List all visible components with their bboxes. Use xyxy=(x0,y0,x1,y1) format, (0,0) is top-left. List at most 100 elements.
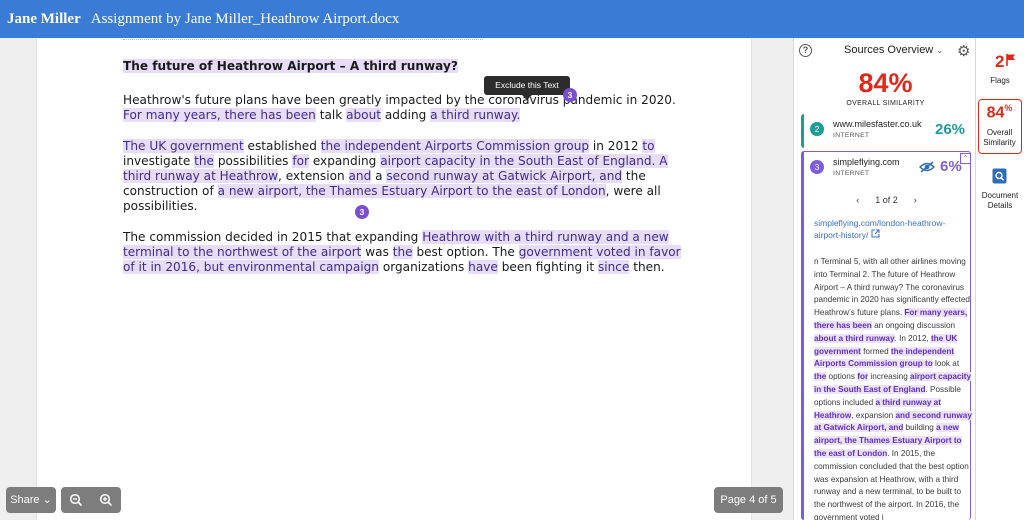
sources-panel: ? Sources Overview ⌄ ⚙ 84% OVERALL SIMILA… xyxy=(793,38,976,520)
text-run: adding xyxy=(380,108,431,122)
document-page: The future of Heathrow Airport – A third… xyxy=(36,38,752,520)
help-icon[interactable]: ? xyxy=(799,44,812,57)
source-percent: 6% xyxy=(940,158,962,175)
text-run: in 2012 xyxy=(589,139,643,153)
source-number-badge: 3 xyxy=(810,160,824,174)
sim-label-line-1: Overall xyxy=(986,128,1013,137)
excerpt-text: . In 2015, the commission concluded that… xyxy=(814,448,969,520)
text-run: been fighting it xyxy=(497,260,598,274)
excerpt-text: look at xyxy=(932,359,960,369)
overall-similarity-button[interactable]: 84% Overall Similarity xyxy=(978,99,1022,154)
excerpt-text: building xyxy=(903,423,937,433)
match-highlight[interactable]: since xyxy=(597,260,630,274)
excerpt-text: increasing xyxy=(868,372,911,382)
match-highlight[interactable]: the xyxy=(194,154,214,168)
source-link[interactable]: simpleflying.com/london-heathrow-airport… xyxy=(814,217,964,241)
text-run: Heathrow's future plans have been greatl… xyxy=(123,93,676,107)
chevron-right-icon[interactable]: › xyxy=(914,195,917,205)
text-run: a xyxy=(371,169,387,183)
zoom-controls xyxy=(61,487,121,513)
excerpt-match[interactable]: the xyxy=(814,372,827,382)
excerpt-text: options xyxy=(826,372,858,382)
sources-overview-title: Sources Overview xyxy=(844,44,934,56)
match-pager: ‹ 1 of 2 › xyxy=(804,195,969,205)
doc-heading-text[interactable]: The future of Heathrow Airport – A third… xyxy=(123,59,458,73)
page-counter: Page 4 of 5 xyxy=(714,487,783,513)
source-item-3[interactable]: 3 simpleflying.com INTERNET 6% ⌃ ‹ 1 of 2… xyxy=(801,151,972,520)
source-excerpt: n Terminal 5, with all other airlines mo… xyxy=(814,256,972,520)
previous-page-edge xyxy=(123,32,483,40)
excerpt-match[interactable]: about a third runway xyxy=(814,333,895,343)
text-run: was xyxy=(361,245,393,259)
text-run: established xyxy=(243,139,321,153)
collapse-icon[interactable]: ⌃ xyxy=(960,153,971,164)
flags-label: Flags xyxy=(990,76,1010,85)
app-root: Jane Miller Assignment by Jane Miller_He… xyxy=(0,0,1024,520)
text-run: then. xyxy=(629,260,665,274)
gear-icon[interactable]: ⚙ xyxy=(957,42,970,60)
text-run: investigate xyxy=(123,154,195,168)
chevron-down-icon: ⌄ xyxy=(936,46,943,55)
doc-details-label-2: Details xyxy=(987,201,1013,210)
match-highlight[interactable]: a new airport, the Thames Estuary Airpor… xyxy=(217,184,606,198)
match-highlight[interactable]: have xyxy=(468,260,498,274)
right-rail: 2 Flags 84% Overall Similarity Document … xyxy=(976,38,1024,520)
source-url: simpleflying.com xyxy=(833,157,900,167)
zoom-out-icon[interactable] xyxy=(61,487,91,513)
sources-overview-dropdown[interactable]: Sources Overview ⌄ xyxy=(844,44,943,56)
document-viewer: The future of Heathrow Airport – A third… xyxy=(0,38,793,520)
match-highlight[interactable]: a third runway. xyxy=(430,108,521,122)
source-item-2[interactable]: 2 www.milesfaster.co.uk INTERNET 26% xyxy=(801,114,971,148)
sim-pct-number: 84 xyxy=(986,104,1005,122)
text-run: , extension xyxy=(278,169,349,183)
exclude-source-eye-icon[interactable] xyxy=(919,161,935,173)
share-button[interactable]: Share ⌄ xyxy=(6,487,56,513)
text-run: The commission decided in 2015 that expa… xyxy=(123,230,423,244)
match-highlight[interactable]: The UK government xyxy=(123,139,244,153)
excerpt-text: an ongoing discussion xyxy=(871,320,956,330)
match-highlight[interactable]: For many years, there has been xyxy=(123,108,316,122)
chevron-left-icon[interactable]: ‹ xyxy=(856,195,859,205)
sim-label-line-2: Similarity xyxy=(983,138,1016,147)
doc-heading[interactable]: The future of Heathrow Airport – A third… xyxy=(123,59,683,74)
match-highlight[interactable]: the independent Airports Commission grou… xyxy=(320,139,590,153)
flag-icon xyxy=(1006,54,1015,66)
match-highlight[interactable]: for xyxy=(292,154,309,168)
document-title: Assignment by Jane Miller_Heathrow Airpo… xyxy=(90,10,400,27)
paragraph-3: The commission decided in 2015 that expa… xyxy=(123,230,683,275)
match-highlight[interactable]: about xyxy=(346,108,381,122)
source-type: INTERNET xyxy=(833,170,870,177)
match-highlight[interactable]: to xyxy=(642,139,655,153)
source-percent: 26% xyxy=(935,121,966,138)
doc-details-label-1: Document xyxy=(981,191,1019,200)
match-highlight[interactable]: the xyxy=(392,245,413,259)
flags-count: 2 xyxy=(995,52,1005,71)
match-highlight[interactable]: and xyxy=(348,169,372,183)
overall-similarity-rail-percent: 84% xyxy=(979,103,1020,122)
excerpt-match[interactable]: for xyxy=(857,372,869,382)
overall-similarity-percent: 84% xyxy=(858,68,913,98)
source-number-badge: 2 xyxy=(810,122,824,136)
document-search-icon xyxy=(992,168,1007,184)
text-run: talk xyxy=(315,108,347,122)
text-run: best option. The xyxy=(412,245,519,259)
paragraph-1: Heathrow's future plans have been greatl… xyxy=(123,93,683,123)
excerpt-text: , expansion xyxy=(851,410,896,420)
source-type: INTERNET xyxy=(833,132,870,139)
text-run: possibilities xyxy=(214,154,293,168)
text-run: organizations xyxy=(378,260,469,274)
exclude-text-tooltip[interactable]: Exclude this Text xyxy=(484,76,570,100)
zoom-in-icon[interactable] xyxy=(91,487,121,513)
match-highlight[interactable]: second runway at Gatwick Airport, and xyxy=(386,169,623,183)
paragraph-2: The UK government established the indepe… xyxy=(123,139,683,214)
source-marker-3[interactable]: 3 xyxy=(563,88,577,102)
sim-pct-sign: % xyxy=(1004,103,1013,113)
text-run: expanding xyxy=(308,154,381,168)
external-link-icon[interactable] xyxy=(871,229,880,238)
excerpt-text: formed xyxy=(860,346,891,356)
overall-similarity-label: OVERALL SIMILARITY xyxy=(846,100,925,107)
source-marker-3[interactable]: 3 xyxy=(355,205,369,219)
user-name: Jane Miller xyxy=(7,10,81,27)
source-url: www.milesfaster.co.uk xyxy=(833,119,922,129)
pager-label: 1 of 2 xyxy=(875,195,898,205)
